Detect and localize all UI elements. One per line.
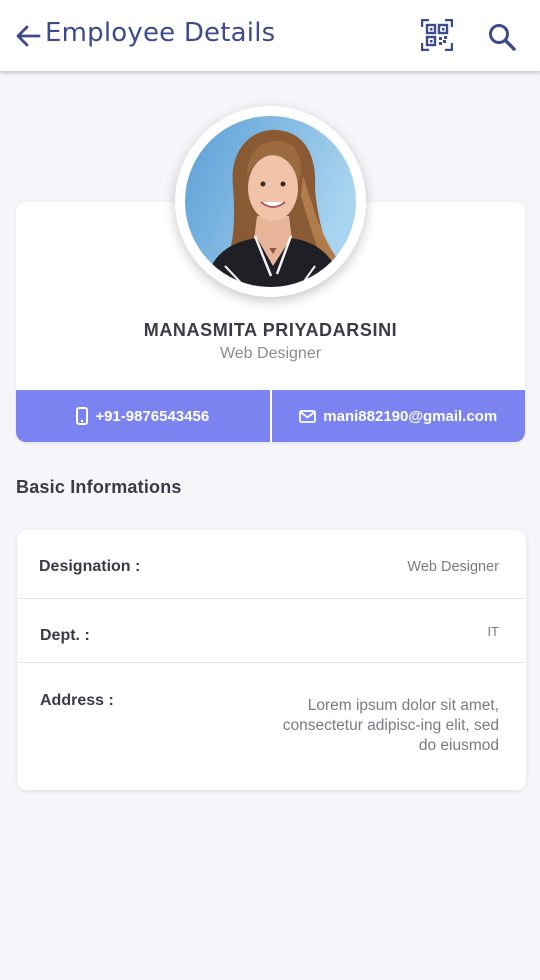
dept-label: Dept. : [40,627,90,644]
info-row-designation: Designation : Web Designer [17,530,526,599]
phone-icon [76,407,89,425]
avatar-frame [175,106,366,297]
page-title: Employee Details [45,18,276,48]
info-row-dept: Dept. : IT [17,599,526,663]
email-button[interactable]: mani882190@gmail.com [272,390,526,442]
designation-value: Web Designer [407,559,499,575]
contact-bar: +91-9876543456 mani882190@gmail.com [16,390,525,442]
avatar[interactable] [185,116,356,287]
qr-code-icon[interactable] [421,19,453,51]
dept-value: IT [487,624,499,639]
arrow-left-icon[interactable] [14,22,42,50]
designation-label: Designation : [39,558,141,575]
phone-number: +91-9876543456 [95,407,210,425]
info-row-address: Address : Lorem ipsum dolor sit amet, co… [17,663,526,790]
basic-info-card: Designation : Web Designer Dept. : IT Ad… [17,530,526,790]
phone-button[interactable]: +91-9876543456 [16,390,270,442]
app-bar: Employee Details [0,0,540,71]
section-title: Basic Informations [16,477,182,497]
search-icon[interactable] [487,22,517,52]
employee-photo [185,116,356,287]
address-label: Address : [40,692,114,709]
employee-role: Web Designer [219,345,322,362]
address-value: Lorem ipsum dolor sit amet, consectetur … [282,697,499,754]
email-address: mani882190@gmail.com [323,407,498,425]
mail-icon [299,409,317,423]
employee-name: MANASMITA PRIYADARSINI [143,320,398,340]
